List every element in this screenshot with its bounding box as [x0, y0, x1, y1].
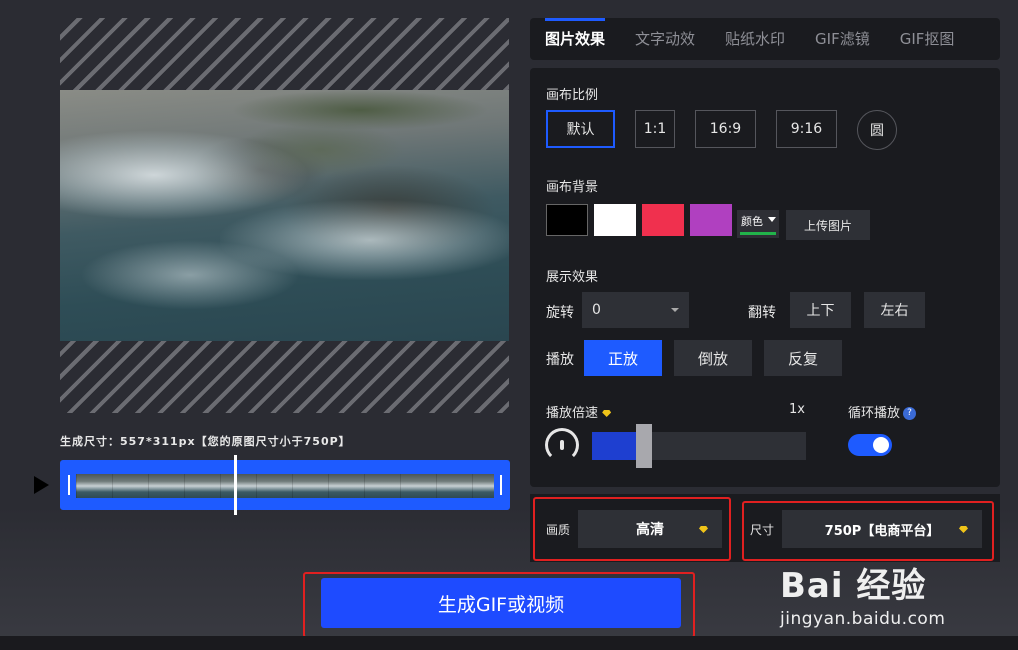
ratio-circle-button[interactable]: 圆	[857, 110, 897, 150]
canvas-ratio-label: 画布比例	[546, 88, 599, 103]
swatch-white[interactable]	[594, 204, 636, 236]
display-effect-label: 展示效果	[546, 270, 599, 285]
speed-slider-thumb[interactable]	[636, 424, 652, 468]
swatch-black[interactable]	[546, 204, 588, 236]
speed-slider[interactable]	[592, 424, 806, 468]
output-size-text: 生成尺寸：557*311px【您的原图尺寸小于750P】	[60, 435, 351, 448]
vip-diamond-icon	[699, 526, 708, 533]
effect-tabs: 图片效果 文字动效 贴纸水印 GIF滤镜 GIF抠图	[530, 18, 1000, 60]
speedometer-icon	[545, 428, 579, 462]
tab-image-effect[interactable]: 图片效果	[530, 18, 620, 60]
watermark-logo: Bai 经验	[780, 558, 980, 607]
size-dropdown[interactable]: 750P【电商平台】	[782, 510, 982, 548]
vip-diamond-icon	[959, 526, 968, 533]
watermark-logo-text: Bai 经验	[780, 566, 927, 606]
play-pingpong-button[interactable]: 反复	[764, 340, 842, 376]
tab-sticker-watermark[interactable]: 贴纸水印	[710, 18, 800, 60]
timeline-trimmer[interactable]	[60, 460, 510, 510]
ratio-9-16-button[interactable]: 9:16	[776, 110, 837, 148]
quality-value: 高清	[636, 522, 664, 538]
trim-handle-left[interactable]	[62, 462, 76, 508]
tab-gif-filter[interactable]: GIF滤镜	[800, 18, 885, 60]
quality-label: 画质	[546, 523, 571, 537]
rotate-value: 0	[592, 302, 601, 318]
swatch-purple[interactable]	[690, 204, 732, 236]
color-picker-dropdown[interactable]: 颜色	[737, 210, 779, 238]
rotate-label: 旋转	[546, 305, 574, 321]
size-value: 750P【电商平台】	[824, 523, 940, 539]
loop-label-text: 循环播放	[848, 406, 901, 421]
tab-gif-cutout[interactable]: GIF抠图	[885, 18, 970, 60]
ratio-default-button[interactable]: 默认	[546, 110, 615, 148]
timeline-cursor[interactable]	[234, 455, 237, 515]
settings-panel: 画布比例 默认 1:1 16:9 9:16 圆 画布背景 颜色 上传图片 展示效…	[530, 68, 1000, 487]
play-forward-button[interactable]: 正放	[584, 340, 662, 376]
flip-horizontal-button[interactable]: 左右	[864, 292, 925, 328]
loop-toggle[interactable]	[848, 434, 892, 456]
canvas-bg-label: 画布背景	[546, 180, 599, 195]
timeline-frames	[76, 474, 494, 498]
help-icon[interactable]: ?	[903, 407, 917, 420]
play-icon[interactable]	[34, 476, 49, 494]
play-mode-label: 播放	[546, 352, 574, 368]
speed-value: 1x	[789, 402, 805, 417]
quality-dropdown[interactable]: 高清	[578, 510, 722, 548]
flip-vertical-button[interactable]: 上下	[790, 292, 851, 328]
ratio-16-9-button[interactable]: 16:9	[695, 110, 756, 148]
speed-label-text: 播放倍速	[546, 406, 599, 421]
ratio-1-1-button[interactable]: 1:1	[635, 110, 675, 148]
chevron-down-icon	[671, 308, 679, 312]
vip-diamond-icon	[602, 410, 612, 417]
trim-handle-right[interactable]	[494, 462, 508, 508]
generate-gif-button[interactable]: 生成GIF或视频	[321, 578, 681, 628]
upload-image-button[interactable]: 上传图片	[786, 210, 870, 240]
flip-label: 翻转	[748, 305, 776, 321]
chevron-down-icon	[768, 217, 776, 222]
size-label: 尺寸	[750, 523, 775, 537]
baidu-jingyan-watermark: Bai 经验 jingyan.baidu.com	[780, 558, 980, 634]
color-picker-label: 颜色	[741, 215, 763, 228]
footer-bar	[0, 636, 1018, 650]
tab-text-animation[interactable]: 文字动效	[620, 18, 710, 60]
preview-image	[60, 90, 509, 341]
preview-canvas	[60, 18, 509, 413]
swatch-red[interactable]	[642, 204, 684, 236]
speed-label: 播放倍速	[546, 402, 612, 421]
watermark-url: jingyan.baidu.com	[780, 609, 946, 629]
loop-label: 循环播放?	[848, 402, 917, 421]
play-reverse-button[interactable]: 倒放	[674, 340, 752, 376]
rotate-select[interactable]: 0	[582, 292, 689, 328]
